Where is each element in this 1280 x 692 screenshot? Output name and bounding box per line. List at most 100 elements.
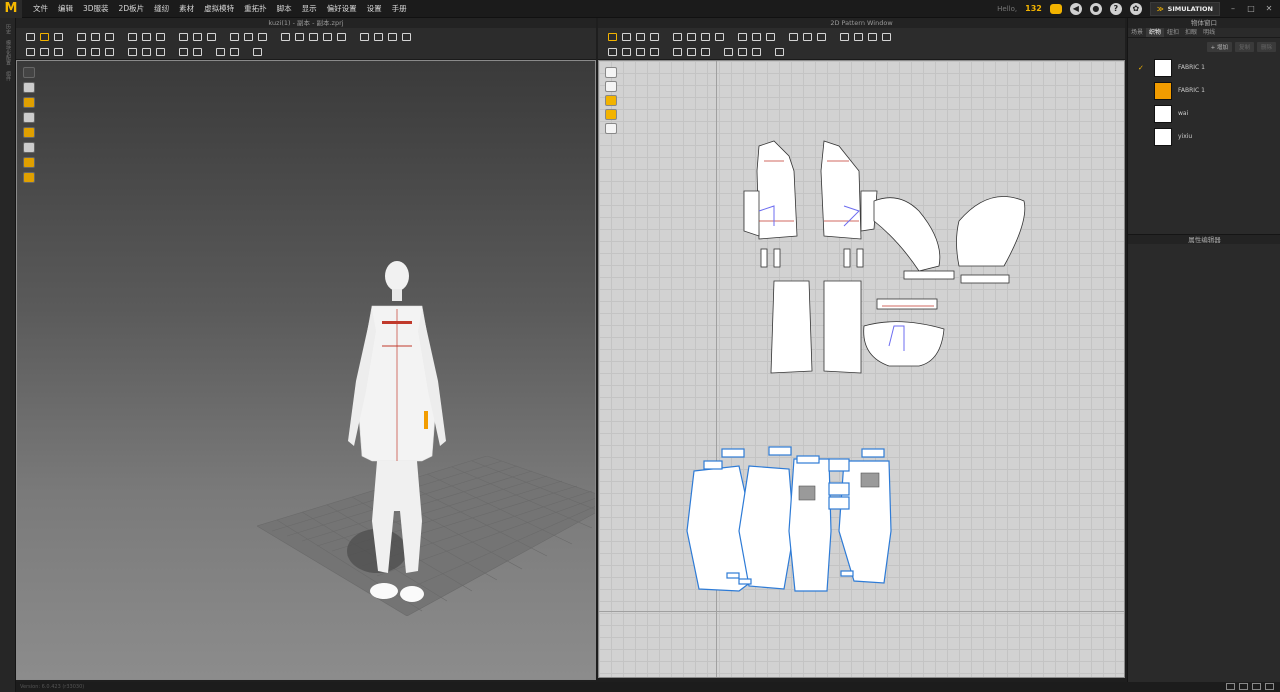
pleat-icon[interactable] <box>699 46 710 56</box>
components-tab[interactable]: 组件 <box>5 71 12 81</box>
texture-icon[interactable] <box>154 46 165 56</box>
avatar-move-icon[interactable] <box>38 46 49 56</box>
viewport-3d[interactable] <box>16 60 596 680</box>
seam-allowance-icon[interactable] <box>671 46 682 56</box>
segment-icon[interactable] <box>75 46 86 56</box>
fold-arrangement-icon[interactable] <box>75 31 86 41</box>
edit-sewing-icon[interactable] <box>103 46 114 56</box>
fabric-item[interactable]: wai <box>1138 102 1280 125</box>
menu-file[interactable]: 文件 <box>28 3 53 14</box>
layout-icon-2[interactable] <box>1239 683 1248 690</box>
close-icon[interactable]: ✕ <box>1264 4 1274 13</box>
tab-buttonhole[interactable]: 扣眼 <box>1182 28 1200 37</box>
simulation-mode-button[interactable]: ≫ SIMULATION <box>1149 1 1220 16</box>
fold-icon[interactable] <box>838 31 849 41</box>
edit-point-icon[interactable] <box>620 31 631 41</box>
display-garment-icon[interactable] <box>23 82 35 93</box>
measure-icon[interactable] <box>154 31 165 41</box>
polygon-icon[interactable] <box>671 31 682 41</box>
speaker-icon[interactable]: ◀ <box>1069 2 1082 15</box>
brush-icon[interactable] <box>358 31 369 41</box>
delete-fabric-button[interactable]: 删除 <box>1256 42 1276 52</box>
segment-sewing-icon[interactable] <box>787 31 798 41</box>
pin-icon[interactable] <box>103 31 114 41</box>
menu-materials[interactable]: 素材 <box>174 3 199 14</box>
annotation-icon[interactable] <box>634 46 645 56</box>
arrange-icon[interactable] <box>321 31 332 41</box>
shirring-icon[interactable] <box>242 31 253 41</box>
copy-fabric-button[interactable]: 复制 <box>1234 42 1254 52</box>
display-fabric-icon[interactable] <box>23 127 35 138</box>
display-stitch-icon[interactable] <box>23 142 35 153</box>
display-skin-icon[interactable] <box>23 172 35 183</box>
notch-icon[interactable] <box>648 46 659 56</box>
layout-icon[interactable] <box>722 46 733 56</box>
display-avatar-icon[interactable] <box>23 67 35 78</box>
grid-2-icon[interactable] <box>400 31 411 41</box>
cloud-icon[interactable] <box>1049 3 1062 14</box>
pattern-select-icon[interactable] <box>606 31 617 41</box>
grid-icon[interactable] <box>386 31 397 41</box>
menu-manual[interactable]: 手册 <box>387 3 412 14</box>
edit-curvature-icon[interactable] <box>634 31 645 41</box>
pattern-edit-icon[interactable] <box>764 31 775 41</box>
select-mesh-icon[interactable] <box>52 31 63 41</box>
avatar-pose-icon[interactable] <box>52 46 63 56</box>
add-fabric-button[interactable]: + 增加 <box>1206 42 1232 52</box>
display-avatar-color-icon[interactable] <box>23 157 35 168</box>
rectangle-icon[interactable] <box>685 31 696 41</box>
menu-settings[interactable]: 设置 <box>362 3 387 14</box>
flip-icon[interactable] <box>750 46 761 56</box>
camera-icon[interactable] <box>214 46 225 56</box>
display-texture-icon[interactable] <box>23 97 35 108</box>
edit-texture-icon[interactable] <box>606 46 617 56</box>
zipper-icon[interactable] <box>191 31 202 41</box>
menu-3d-garment[interactable]: 3D服装 <box>78 3 114 14</box>
menu-avatar[interactable]: 虚拟模特 <box>199 3 239 14</box>
fit-map-icon[interactable] <box>307 31 318 41</box>
fitting-icon[interactable] <box>177 31 188 41</box>
maximize-icon[interactable]: □ <box>1246 4 1256 13</box>
internal-polygon-icon[interactable] <box>713 31 724 41</box>
tab-scene[interactable]: 场景 <box>1128 28 1146 37</box>
pattern-window-2d[interactable] <box>598 60 1125 678</box>
zoom-icon[interactable] <box>773 46 784 56</box>
select-move-icon[interactable] <box>24 31 35 41</box>
fabric-item[interactable]: FABRIC 1 <box>1138 79 1280 102</box>
graphic-2d-icon[interactable] <box>620 46 631 56</box>
display-mesh-icon[interactable] <box>23 112 35 123</box>
menu-retopology[interactable]: 重拓扑 <box>239 3 272 14</box>
style-line-icon[interactable] <box>126 31 137 41</box>
tab-fabric[interactable]: 织物 <box>1146 28 1165 37</box>
menu-script[interactable]: 脚本 <box>272 3 297 14</box>
layout-icon-3[interactable] <box>1252 683 1261 690</box>
elastic-icon[interactable] <box>852 31 863 41</box>
gravity-icon[interactable] <box>191 46 202 56</box>
free-sewing-2d-icon[interactable] <box>801 31 812 41</box>
layout-icon-4[interactable] <box>1265 683 1274 690</box>
menu-2d-pattern[interactable]: 2D板片 <box>114 3 150 14</box>
button-tool-icon[interactable] <box>205 31 216 41</box>
trim-icon[interactable] <box>126 46 137 56</box>
menu-preferences[interactable]: 偏好设置 <box>322 3 362 14</box>
fabric-item[interactable]: ✓ FABRIC 1 <box>1138 56 1280 79</box>
fabric-item[interactable]: yixiu <box>1138 125 1280 148</box>
check-sewing-icon[interactable] <box>815 31 826 41</box>
tab-button[interactable]: 纽扣 <box>1164 28 1182 37</box>
menu-display[interactable]: 显示 <box>297 3 322 14</box>
help-icon[interactable]: ? <box>1109 2 1122 15</box>
stress-map-icon[interactable] <box>293 31 304 41</box>
puckering-icon[interactable] <box>256 31 267 41</box>
free-sewing-icon[interactable] <box>89 46 100 56</box>
grain-icon[interactable] <box>880 31 891 41</box>
layout-icon-1[interactable] <box>1226 683 1235 690</box>
tab-topstitch[interactable]: 明线 <box>1200 28 1218 37</box>
topstitch-icon[interactable] <box>866 31 877 41</box>
stitch-icon[interactable] <box>335 31 346 41</box>
avatar-select-icon[interactable] <box>24 46 35 56</box>
add-point-icon[interactable] <box>648 31 659 41</box>
modular-config-tab[interactable]: 模块化配置 <box>5 40 12 65</box>
tack-icon[interactable] <box>89 31 100 41</box>
minimize-icon[interactable]: – <box>1228 4 1238 13</box>
pen-icon[interactable] <box>372 31 383 41</box>
